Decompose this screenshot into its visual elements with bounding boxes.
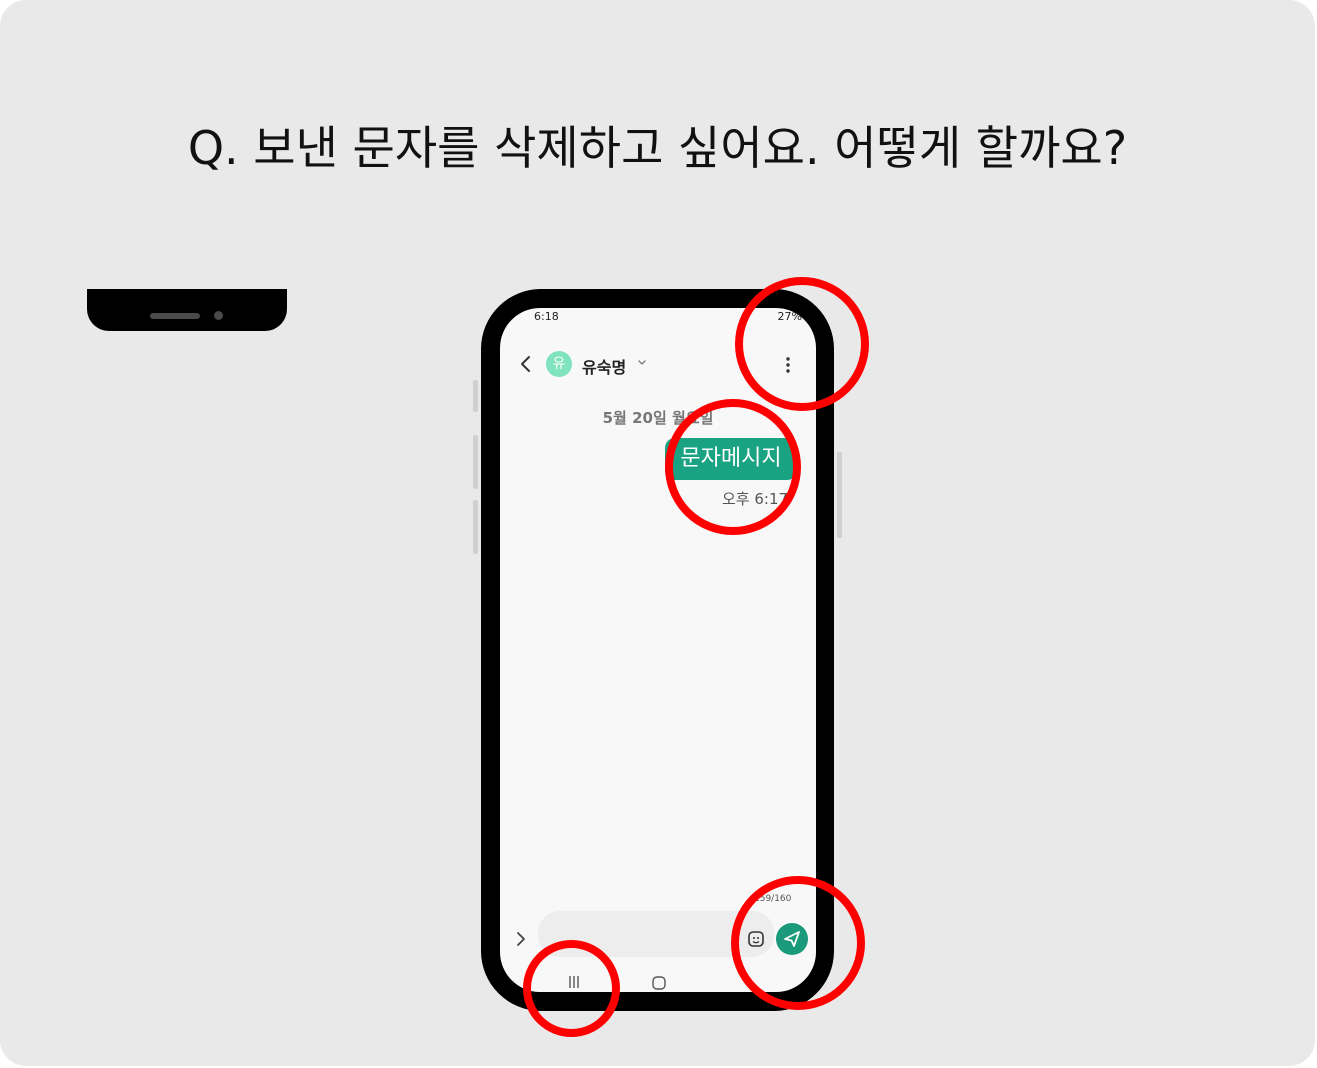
expand-icon[interactable] <box>514 928 528 950</box>
highlight-more-menu <box>735 277 869 411</box>
highlight-send-button <box>731 876 865 1010</box>
back-icon[interactable] <box>516 352 536 376</box>
phone-volume-mid <box>473 435 478 489</box>
question-title: Q. 보낸 문자를 삭제하고 싶어요. 어떻게 할까요? <box>187 121 1128 175</box>
nav-home-icon[interactable] <box>650 974 668 992</box>
status-time: 6:18 <box>534 310 559 323</box>
contact-name[interactable]: 유숙명 <box>582 354 626 378</box>
phone-power-button <box>837 452 842 538</box>
highlight-message-bubble <box>665 399 801 535</box>
avatar[interactable]: 유 <box>546 351 572 377</box>
phone-volume-down <box>473 500 478 554</box>
phone-volume-up <box>473 380 478 412</box>
phone-camera <box>214 311 223 320</box>
phone-notch <box>87 289 287 331</box>
tutorial-card: Q. 보낸 문자를 삭제하고 싶어요. 어떻게 할까요? 6:18 27% 유 … <box>0 0 1315 1066</box>
phone-speaker <box>150 313 200 319</box>
chevron-down-icon[interactable] <box>636 357 648 369</box>
highlight-recent-apps <box>523 940 620 1037</box>
